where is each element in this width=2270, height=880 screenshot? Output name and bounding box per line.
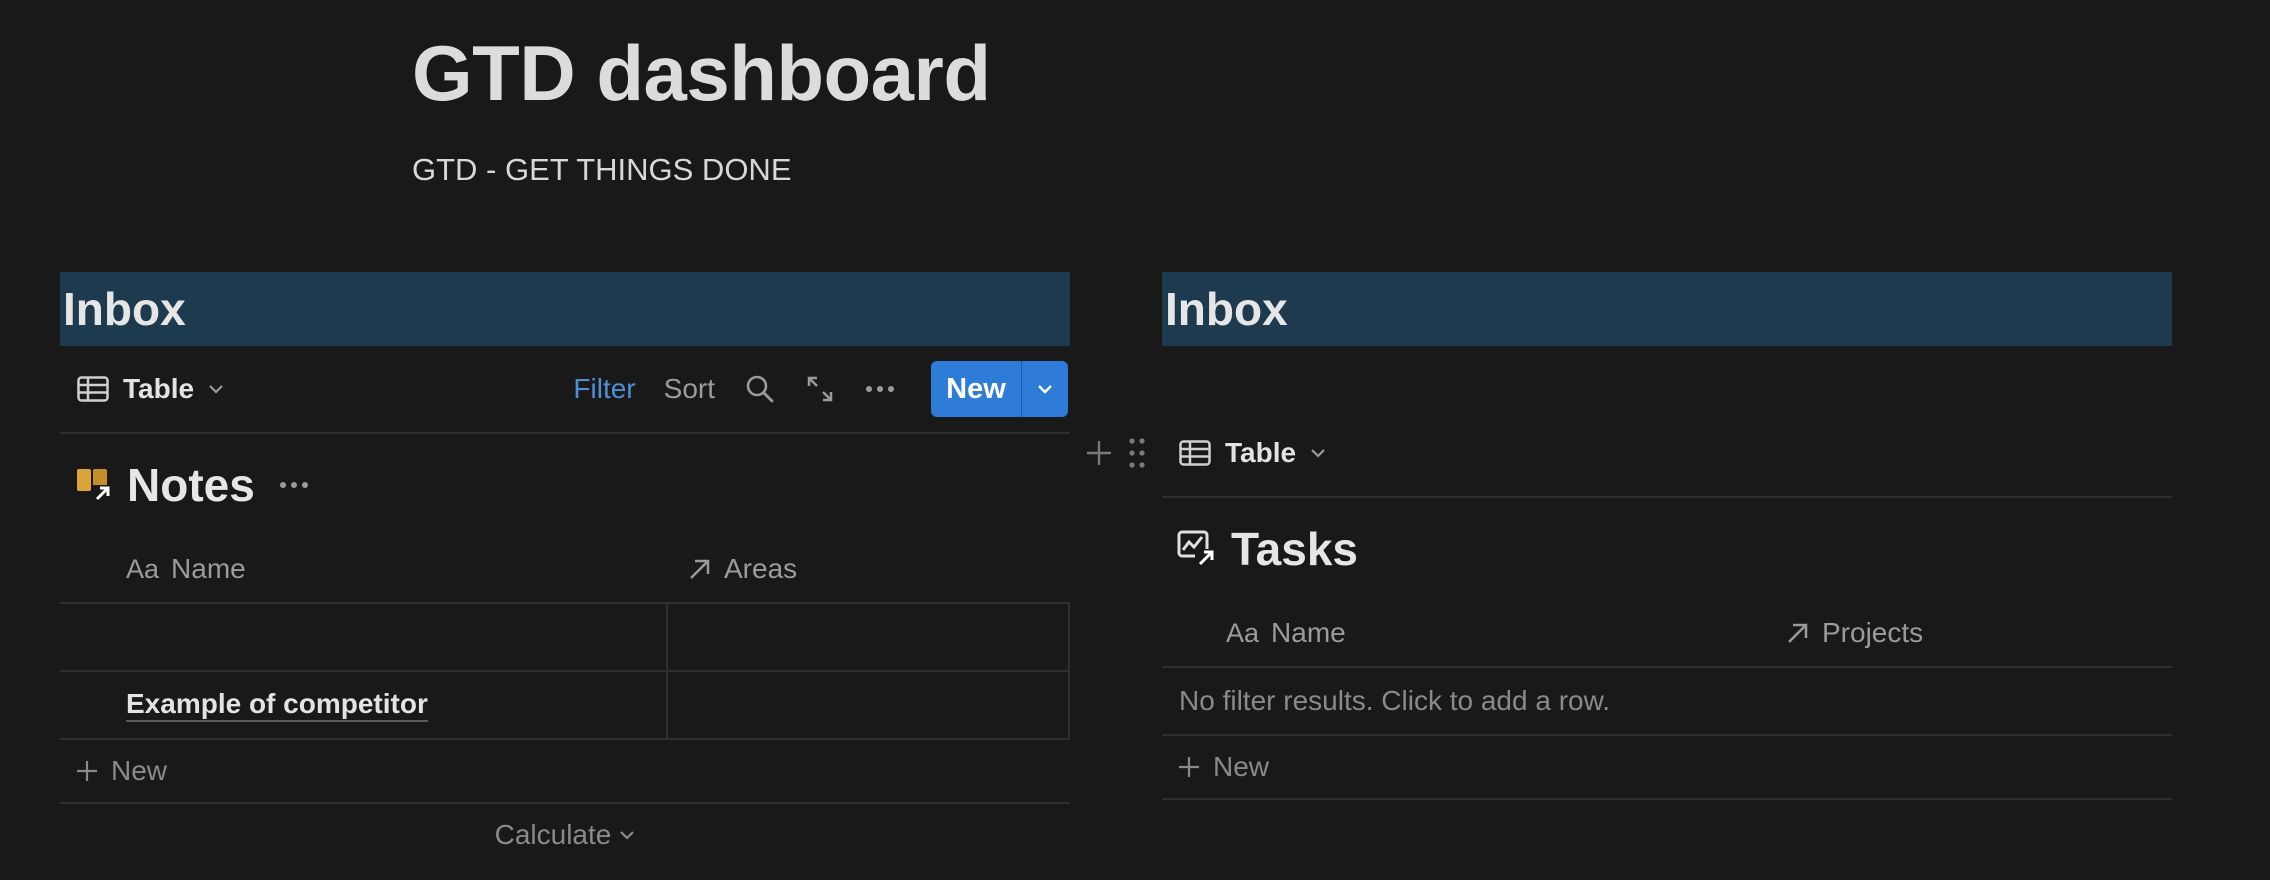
left-column: Inbox Table Filter Sort New Notes Aa Nam… [60,272,1070,866]
new-dropdown-button[interactable] [1021,361,1068,417]
empty-filter-message[interactable]: No filter results. Click to add a row. [1162,668,2172,736]
search-icon[interactable] [743,372,777,406]
name-column-label: Name [171,553,246,584]
sort-button[interactable]: Sort [664,373,715,405]
left-toolbar-actions: Filter Sort New [573,346,1068,432]
name-column-label: Name [1271,617,1346,648]
right-view-label: Table [1225,437,1297,468]
notes-title-text[interactable]: Notes [127,458,255,512]
table-row[interactable]: Example of competitor [60,672,1070,740]
new-row-label: New [1213,751,1270,782]
more-icon[interactable] [863,372,897,406]
right-inbox-heading: Inbox [1162,272,2172,346]
add-new-row-button[interactable]: New [1162,736,2172,800]
text-property-icon: Aa [1226,617,1260,648]
right-column: Inbox Table Tasks Aa Name Projects No fi… [1087,272,2172,800]
plus-icon[interactable] [1084,438,1114,468]
page: GTD dashboard GTD - GET THINGS DONE Inbo… [0,0,2270,880]
drag-handle-icon[interactable] [1128,437,1146,469]
chevron-down-icon [619,830,635,840]
chevron-down-icon [1037,384,1053,394]
name-cell[interactable]: Example of competitor [60,672,668,738]
tasks-database-title: Tasks [1162,498,2172,600]
right-view-switcher[interactable]: Table [1179,410,1326,496]
projects-column-header[interactable]: Projects [1762,600,2172,666]
text-property-icon: Aa [126,553,160,584]
tasks-title-text[interactable]: Tasks [1231,522,1358,576]
add-new-row-button[interactable]: New [60,740,1070,804]
name-cell[interactable] [60,604,668,670]
row-title-link[interactable]: Example of competitor [126,688,428,722]
page-title: GTD dashboard [412,29,991,117]
right-inbox-heading-text: Inbox [1165,283,1288,335]
areas-cell[interactable] [668,672,1070,738]
page-subtitle: GTD - GET THINGS DONE [412,152,792,187]
left-inbox-heading: Inbox [60,272,1070,346]
left-view-switcher[interactable]: Table [77,346,224,432]
filter-button[interactable]: Filter [573,373,635,405]
left-view-label: Table [123,373,195,404]
name-column-header[interactable]: Aa Name [1162,600,1762,666]
new-button-group: New [931,361,1068,417]
areas-column-label: Areas [724,553,798,584]
table-icon [77,376,109,402]
expand-icon[interactable] [803,372,837,406]
calculate-label: Calculate [494,819,612,850]
right-database-toolbar: Table [1087,346,2172,498]
areas-column-header[interactable]: Areas [668,536,1070,602]
projects-column-label: Projects [1822,617,1924,648]
chevron-down-icon [1310,448,1326,458]
new-button[interactable]: New [931,361,1021,417]
plus-icon [1177,755,1201,779]
notes-table-header: Aa Name Areas [60,536,1070,604]
chevron-down-icon [208,384,224,394]
block-handles [1084,410,1146,496]
plus-icon [75,759,99,783]
table-row[interactable] [60,604,1070,672]
left-inbox-heading-text: Inbox [63,283,186,335]
tasks-chart-icon [1177,529,1219,569]
table-icon [1179,440,1211,466]
more-icon[interactable] [279,481,309,489]
name-column-header[interactable]: Aa Name [60,536,668,602]
left-database-toolbar: Table Filter Sort New [60,346,1070,434]
notes-book-icon [75,465,115,505]
areas-cell[interactable] [668,604,1070,670]
relation-arrow-icon [1786,621,1810,645]
notes-database-title: Notes [60,434,1070,536]
tasks-table-header: Aa Name Projects [1162,600,2172,668]
relation-arrow-icon [688,557,712,581]
calculate-button[interactable]: Calculate [60,804,1070,866]
new-row-label: New [111,755,168,786]
